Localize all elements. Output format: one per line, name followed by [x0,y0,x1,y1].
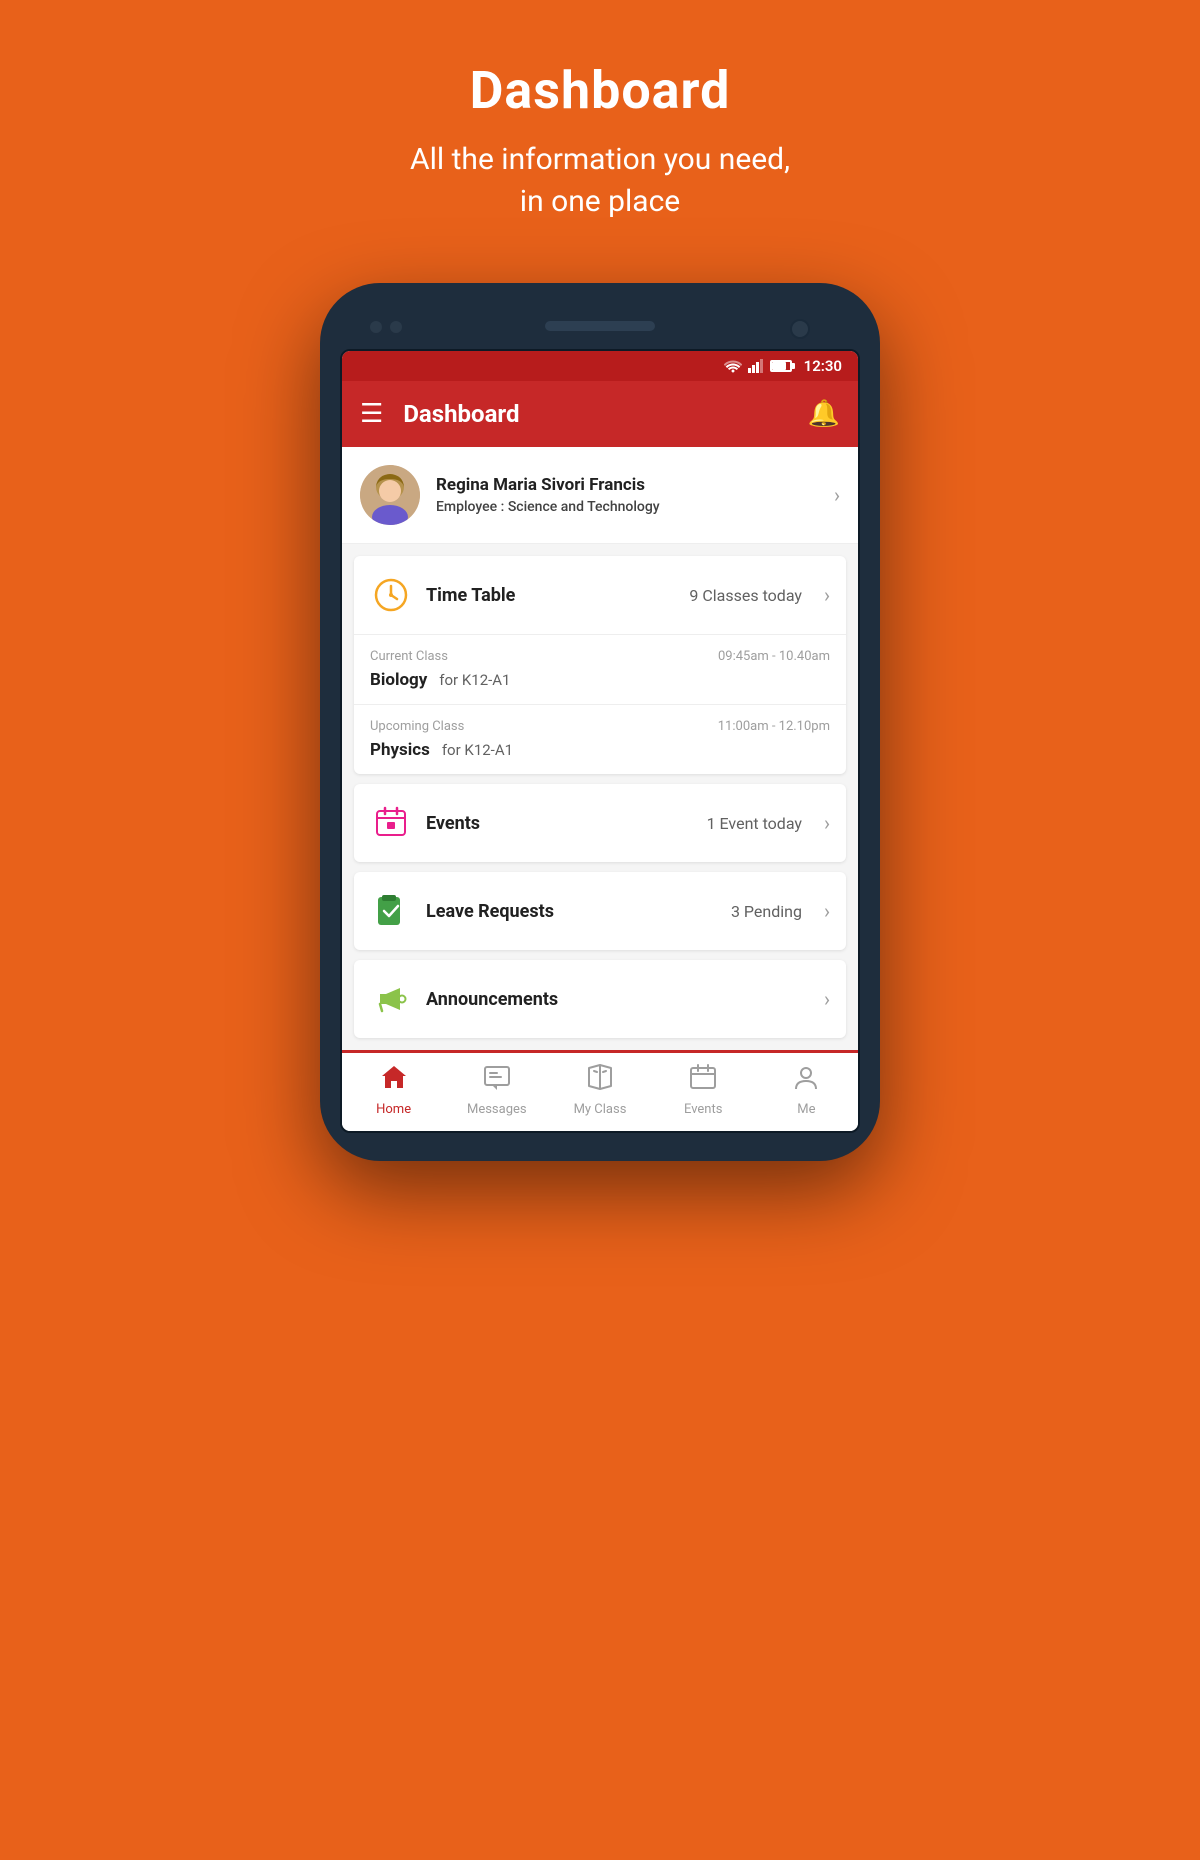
status-time: 12:30 [804,357,842,375]
upcoming-class-label: Upcoming Class [370,719,464,734]
leave-requests-label: Leave Requests [426,901,717,922]
profile-name: Regina Maria Sivori Francis [436,475,818,495]
announcements-header[interactable]: Announcements › [354,960,846,1038]
nav-me[interactable]: Me [755,1063,858,1117]
upcoming-class-name-row: Physics for K12-A1 [370,740,830,760]
phone-camera [790,319,810,339]
home-icon [380,1063,408,1098]
nav-events-label: Events [684,1102,722,1117]
profile-info: Regina Maria Sivori Francis Employee : S… [436,475,818,515]
battery-icon [770,360,792,372]
profile-card[interactable]: Regina Maria Sivori Francis Employee : S… [342,447,858,544]
profile-chevron-icon: › [834,483,840,507]
leave-requests-icon [370,890,412,932]
nav-messages-label: Messages [467,1102,527,1117]
my-class-icon [586,1063,614,1098]
current-class-meta: Current Class 09:45am - 10.40am [370,649,830,664]
status-bar: 12:30 [342,351,858,381]
bell-icon[interactable]: 🔔 [808,399,840,429]
current-class-label: Current Class [370,649,448,664]
leave-requests-header[interactable]: Leave Requests 3 Pending › [354,872,846,950]
nav-home[interactable]: Home [342,1063,445,1117]
phone-top-bar [340,311,860,349]
me-icon [792,1063,820,1098]
profile-role: Employee : Science and Technology [436,499,818,515]
app-bar-title: Dashboard [403,400,787,428]
announcements-card[interactable]: Announcements › [354,960,846,1038]
phone-dot-1 [370,321,382,333]
timetable-header[interactable]: Time Table 9 Classes today › [354,556,846,634]
current-class-subject: Biology [370,670,427,690]
events-card[interactable]: Events 1 Event today › [354,784,846,862]
page-subtitle: All the information you need, in one pla… [410,139,790,223]
upcoming-class-time: 11:00am - 12.10pm [718,719,830,734]
upcoming-class-group: for K12-A1 [442,741,513,759]
leave-requests-count: 3 Pending [731,902,802,921]
timetable-label: Time Table [426,585,675,606]
nav-home-label: Home [376,1102,411,1117]
events-label: Events [426,813,693,834]
app-bar: ☰ Dashboard 🔔 [342,381,858,447]
upcoming-class-subject: Physics [370,740,430,760]
events-icon [370,802,412,844]
events-header[interactable]: Events 1 Event today › [354,784,846,862]
messages-icon [483,1063,511,1098]
nav-my-class[interactable]: My Class [548,1063,651,1117]
events-count: 1 Event today [707,814,802,833]
phone-shell: 12:30 ☰ Dashboard 🔔 [320,283,880,1161]
phone-screen: 12:30 ☰ Dashboard 🔔 [340,349,860,1133]
timetable-card[interactable]: Time Table 9 Classes today › Current Cla… [354,556,846,774]
timetable-count: 9 Classes today [689,586,802,605]
current-class-group: for K12-A1 [439,671,510,689]
bottom-nav: Home Messages [342,1050,858,1131]
current-class-detail: Current Class 09:45am - 10.40am Biology … [354,634,846,704]
announcements-icon [370,978,412,1020]
events-chevron-icon: › [824,811,830,835]
timetable-icon [370,574,412,616]
phone-dots [370,321,402,333]
nav-me-label: Me [797,1102,815,1117]
nav-events[interactable]: Events [652,1063,755,1117]
upcoming-class-detail: Upcoming Class 11:00am - 12.10pm Physics… [354,704,846,774]
page-title: Dashboard [470,60,731,121]
wifi-icon [724,359,742,373]
hamburger-icon[interactable]: ☰ [360,399,383,429]
nav-my-class-label: My Class [574,1102,627,1117]
signal-icon [748,359,764,373]
phone-dot-2 [390,321,402,333]
status-icons: 12:30 [724,357,842,375]
announcements-label: Announcements [426,989,788,1010]
avatar [360,465,420,525]
nav-messages[interactable]: Messages [445,1063,548,1117]
current-class-name-row: Biology for K12-A1 [370,670,830,690]
upcoming-class-meta: Upcoming Class 11:00am - 12.10pm [370,719,830,734]
timetable-chevron-icon: › [824,583,830,607]
phone-speaker [545,321,655,331]
leave-requests-chevron-icon: › [824,899,830,923]
announcements-chevron-icon: › [824,987,830,1011]
content-area: Time Table 9 Classes today › Current Cla… [342,544,858,1050]
nav-events-icon [689,1063,717,1098]
leave-requests-card[interactable]: Leave Requests 3 Pending › [354,872,846,950]
current-class-time: 09:45am - 10.40am [718,649,830,664]
